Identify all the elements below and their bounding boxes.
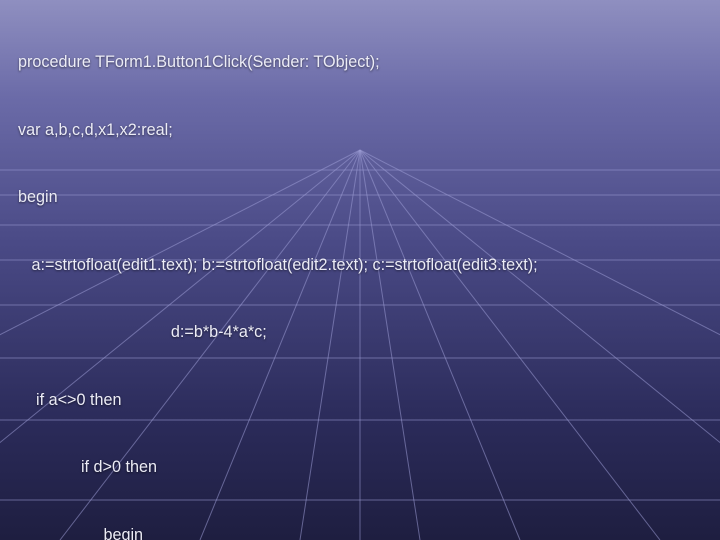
code-line: procedure TForm1.Button1Click(Sender: TO… xyxy=(18,51,710,74)
code-line: if a<>0 then xyxy=(18,389,710,412)
code-line: if d>0 then xyxy=(18,456,710,479)
code-line: d:=b*b-4*a*c; xyxy=(18,321,710,344)
code-line: begin xyxy=(18,186,710,209)
code-line: begin xyxy=(18,524,710,540)
code-line: a:=strtofloat(edit1.text); b:=strtofloat… xyxy=(18,254,710,277)
slide-root: procedure TForm1.Button1Click(Sender: TO… xyxy=(0,0,720,540)
code-block: procedure TForm1.Button1Click(Sender: TO… xyxy=(18,6,710,540)
code-line: var a,b,c,d,x1,x2:real; xyxy=(18,119,710,142)
